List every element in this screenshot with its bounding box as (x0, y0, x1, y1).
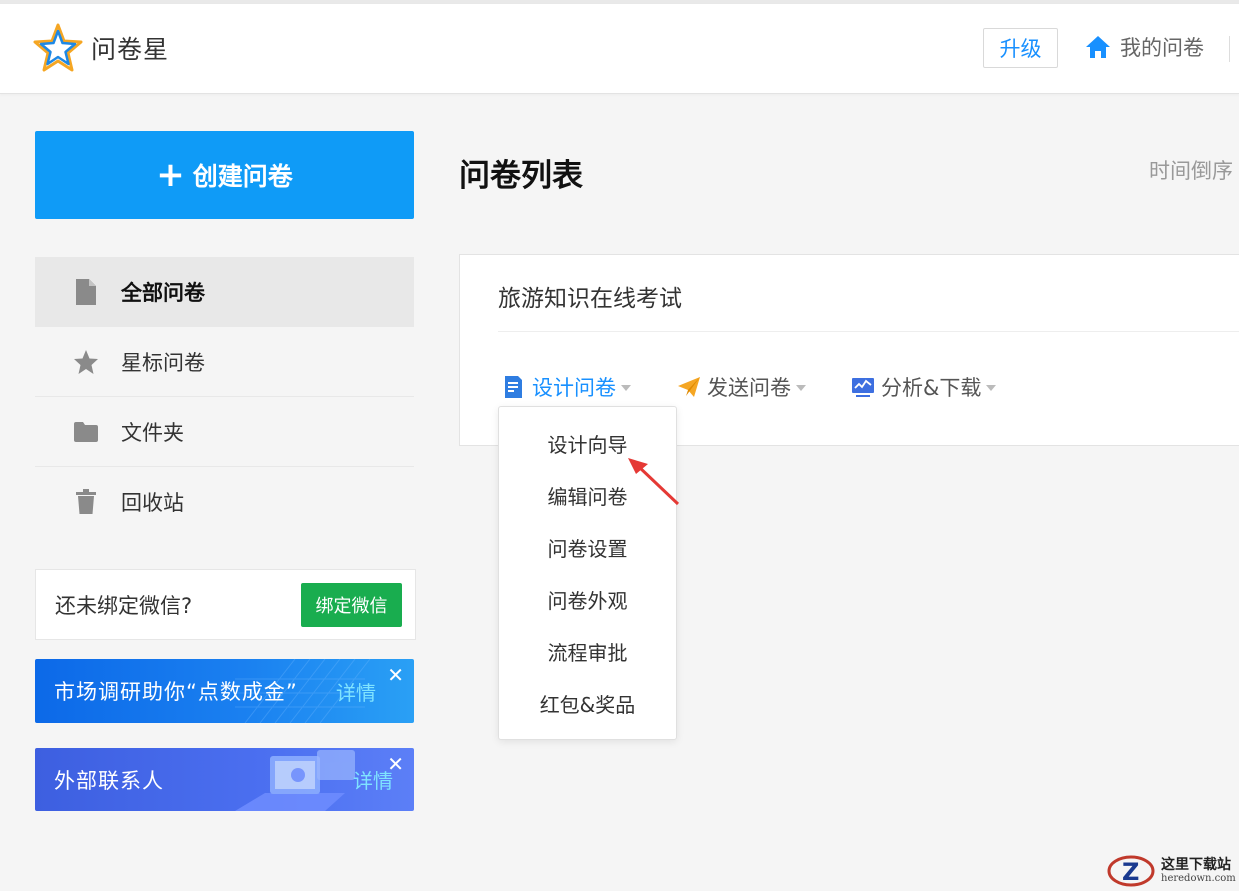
watermark-logo-icon: Z (1107, 855, 1155, 887)
wechat-bind-prompt: 还未绑定微信? (55, 593, 193, 618)
svg-text:Z: Z (1122, 858, 1139, 886)
banner-text: 市场调研助你“点数成金” (54, 680, 298, 704)
banner-detail-link[interactable]: 详情 (336, 659, 376, 723)
my-surveys-link[interactable]: 我的问卷 (1084, 32, 1204, 62)
sidebar-item-label: 全部问卷 (121, 281, 205, 305)
paper-plane-icon (678, 377, 700, 397)
header-divider (1229, 36, 1230, 62)
edit-document-icon (505, 376, 522, 398)
star-logo-icon (33, 23, 83, 72)
close-icon[interactable]: ✕ (387, 663, 404, 687)
chevron-down-icon (796, 385, 806, 391)
analyze-download-menu[interactable]: 分析&下载 (851, 372, 997, 402)
chevron-down-icon (986, 385, 997, 391)
survey-title[interactable]: 旅游知识在线考试 (498, 279, 682, 313)
design-survey-label: 设计问卷 (532, 376, 616, 400)
create-survey-label: 创建问卷 (192, 162, 293, 191)
sidebar-item-label: 回收站 (121, 491, 184, 515)
bind-wechat-button[interactable]: 绑定微信 (301, 582, 402, 627)
sort-order-link[interactable]: 时间倒序 (1149, 155, 1233, 185)
create-survey-button[interactable]: + 创建问卷 (35, 131, 414, 219)
chart-monitor-icon (852, 378, 874, 397)
app-name: 问卷星 (91, 35, 170, 64)
menu-item-survey-settings[interactable]: 问卷设置 (499, 521, 676, 573)
analyze-download-label: 分析&下载 (881, 376, 982, 400)
menu-item-approval-flow[interactable]: 流程审批 (499, 625, 676, 677)
design-survey-menu[interactable]: 设计问卷 (502, 372, 631, 402)
sidebar-item-label: 星标问卷 (121, 350, 205, 375)
wechat-bind-panel: 还未绑定微信? 绑定微信 (35, 569, 416, 640)
app-logo[interactable]: 问卷星 (33, 22, 169, 74)
chevron-down-icon (621, 385, 631, 391)
sidebar-item-folders[interactable]: 文件夹 (35, 397, 414, 467)
home-icon (1086, 36, 1110, 58)
market-research-banner[interactable]: 市场调研助你“点数成金” 详情 ✕ (35, 659, 414, 723)
card-divider (498, 331, 1239, 332)
banner-text: 外部联系人 (54, 768, 164, 793)
site-watermark: Z 这里下载站 heredown.com (1105, 853, 1236, 889)
close-icon[interactable]: ✕ (387, 752, 404, 776)
upgrade-button[interactable]: 升级 (983, 28, 1058, 68)
sidebar-item-trash[interactable]: 回收站 (35, 467, 414, 537)
send-survey-label: 发送问卷 (707, 376, 791, 400)
send-survey-menu[interactable]: 发送问卷 (677, 372, 806, 402)
trash-icon (73, 489, 99, 515)
watermark-en-text: heredown.com (1161, 873, 1236, 884)
top-header: 问卷星 升级 我的问卷 (0, 4, 1239, 94)
menu-item-rewards[interactable]: 红包&奖品 (499, 677, 676, 729)
menu-item-survey-appearance[interactable]: 问卷外观 (499, 573, 676, 625)
sidebar-item-label: 文件夹 (121, 420, 184, 445)
sidebar-item-starred[interactable]: 星标问卷 (35, 327, 414, 397)
star-icon (73, 349, 99, 375)
external-contacts-banner[interactable]: 外部联系人 详情 ✕ (35, 748, 414, 811)
my-surveys-label: 我的问卷 (1120, 36, 1204, 60)
document-icon (73, 279, 99, 305)
watermark-cn-text: 这里下载站 (1161, 857, 1231, 873)
annotation-arrow-icon (628, 458, 680, 506)
folder-icon (73, 419, 99, 445)
page-title: 问卷列表 (459, 158, 583, 194)
sidebar-nav: 全部问卷 星标问卷 文件夹 回收站 (35, 257, 414, 537)
sidebar-item-all-surveys[interactable]: 全部问卷 (35, 257, 414, 327)
plus-icon: + (156, 155, 185, 195)
